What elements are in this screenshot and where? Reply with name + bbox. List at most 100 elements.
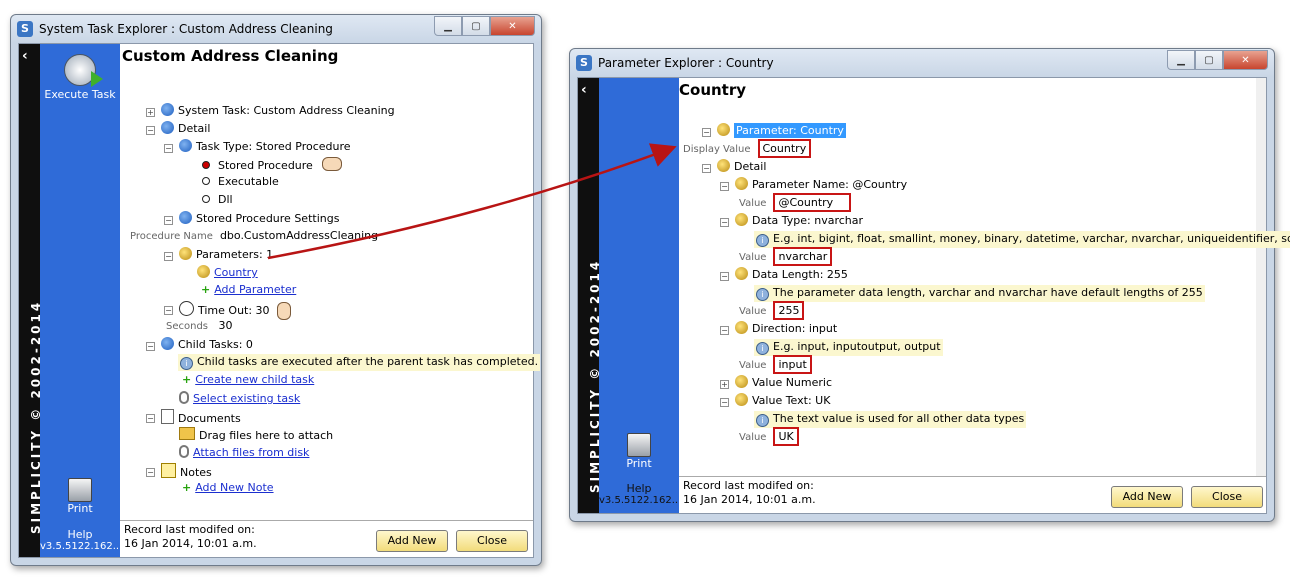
collapse-toggle[interactable]: − xyxy=(164,306,173,315)
tree-node-value-numeric[interactable]: Value Numeric xyxy=(735,375,832,389)
add-new-button[interactable]: Add New xyxy=(376,530,448,552)
paperclip-icon xyxy=(179,445,189,458)
minimize-button[interactable]: ▁ xyxy=(434,16,462,36)
tree-node-notes[interactable]: Notes xyxy=(161,463,212,479)
collapse-toggle[interactable]: − xyxy=(720,182,729,191)
tree-node-task-type[interactable]: Task Type: Stored Procedure xyxy=(179,139,351,153)
display-value-field[interactable]: Country xyxy=(757,139,812,158)
tree-node-system-task[interactable]: System Task: Custom Address Cleaning xyxy=(161,103,395,117)
plus-icon: + xyxy=(201,283,211,296)
chevron-left-icon[interactable]: ‹ xyxy=(22,48,28,64)
node-label: Documents xyxy=(178,412,241,425)
collapse-toggle[interactable]: − xyxy=(720,398,729,407)
create-child-label[interactable]: Create new child task xyxy=(195,373,314,386)
data-type-field[interactable]: nvarchar xyxy=(773,247,833,266)
print-button[interactable]: Print xyxy=(40,478,120,515)
value-text-value-row: Value UK xyxy=(739,427,799,446)
display-value-label: Display Value xyxy=(683,144,751,155)
maximize-button[interactable]: ▢ xyxy=(462,16,490,36)
maximize-button[interactable]: ▢ xyxy=(1195,50,1223,70)
collapse-toggle[interactable]: − xyxy=(702,164,711,173)
collapse-toggle[interactable]: − xyxy=(146,414,155,423)
tree-node-data-length[interactable]: Data Length: 255 xyxy=(735,267,848,281)
folder-icon xyxy=(179,427,195,440)
gear-icon xyxy=(717,159,730,172)
collapse-toggle[interactable]: − xyxy=(702,128,711,137)
direction-field[interactable]: input xyxy=(773,355,812,374)
chevron-left-icon[interactable]: ‹ xyxy=(581,82,587,98)
add-parameter-label[interactable]: Add Parameter xyxy=(214,283,296,296)
radio-executable[interactable]: Executable xyxy=(202,175,279,188)
collapse-toggle[interactable]: − xyxy=(720,326,729,335)
app-icon: S xyxy=(17,21,33,37)
tree-node-detail[interactable]: Detail xyxy=(161,121,210,135)
help-link[interactable]: Help v3.5.5122.162... xyxy=(40,528,122,552)
close-button[interactable]: Close xyxy=(456,530,528,552)
country-link[interactable]: Country xyxy=(214,266,258,279)
collapse-strip[interactable]: ‹ SIMPLICITY © 2002-2014 xyxy=(19,44,43,557)
tree-node-value-text[interactable]: Value Text: UK xyxy=(735,393,830,407)
collapse-toggle[interactable]: − xyxy=(146,126,155,135)
execute-task-button[interactable]: Execute Task xyxy=(40,48,120,101)
tree-node-child-tasks[interactable]: Child Tasks: 0 xyxy=(161,337,253,351)
plus-icon: + xyxy=(182,373,192,386)
window-title: Parameter Explorer : Country xyxy=(598,56,774,70)
tree-node-timeout[interactable]: Time Out: 30 xyxy=(179,301,292,320)
tree-node-sp-settings[interactable]: Stored Procedure Settings xyxy=(179,211,339,225)
data-length-field[interactable]: 255 xyxy=(773,301,805,320)
tree-node-documents[interactable]: Documents xyxy=(161,409,241,425)
radio-dll[interactable]: Dll xyxy=(202,193,233,206)
create-child-task-link[interactable]: + Create new child task xyxy=(182,373,314,386)
print-button[interactable]: Print xyxy=(599,433,679,470)
collapse-toggle[interactable]: − xyxy=(164,252,173,261)
help-label: Help xyxy=(67,528,93,541)
close-window-button[interactable]: ✕ xyxy=(490,16,535,36)
record-label: Record last modifed on: xyxy=(683,479,814,492)
tree-node-detail[interactable]: Detail xyxy=(717,159,766,173)
add-note-label[interactable]: Add New Note xyxy=(195,481,273,494)
expand-toggle[interactable]: + xyxy=(720,380,729,389)
collapse-toggle[interactable]: − xyxy=(164,216,173,225)
help-link[interactable]: Help v3.5.5122.162... xyxy=(599,482,681,506)
collapse-strip[interactable]: ‹ SIMPLICITY © 2002-2014 xyxy=(578,78,602,513)
info-text: The parameter data length, varchar and n… xyxy=(773,286,1203,299)
tree-node-direction[interactable]: Direction: input xyxy=(735,321,837,335)
collapse-toggle[interactable]: − xyxy=(146,468,155,477)
collapse-toggle[interactable]: − xyxy=(146,342,155,351)
collapse-toggle[interactable]: − xyxy=(720,272,729,281)
radio-icon[interactable] xyxy=(202,177,210,185)
action-sidebar: Execute Task Print Help v3.5.5122.162... xyxy=(40,44,122,557)
close-button[interactable]: Close xyxy=(1191,486,1263,508)
close-window-button[interactable]: ✕ xyxy=(1223,50,1268,70)
procedure-name-value[interactable]: dbo.CustomAddressCleaning xyxy=(220,229,378,242)
add-parameter-link[interactable]: + Add Parameter xyxy=(201,283,296,296)
tree-node-parameter-name[interactable]: Parameter Name: @Country xyxy=(735,177,907,191)
collapse-toggle[interactable]: − xyxy=(720,218,729,227)
radio-icon[interactable] xyxy=(202,195,210,203)
collapse-toggle[interactable]: − xyxy=(164,144,173,153)
vertical-scrollbar[interactable] xyxy=(1256,78,1266,477)
attach-files-link[interactable]: Attach files from disk xyxy=(179,445,309,459)
seconds-value[interactable]: 30 xyxy=(219,319,233,332)
attach-files-label[interactable]: Attach files from disk xyxy=(193,446,309,459)
tree-node-parameter[interactable]: Parameter: Country xyxy=(717,123,846,138)
parameter-country-link[interactable]: Country xyxy=(197,265,258,279)
printer-icon xyxy=(68,478,92,502)
value-text-field[interactable]: UK xyxy=(773,427,799,446)
value-label: Value xyxy=(739,306,767,317)
drag-files-zone[interactable]: Drag files here to attach xyxy=(179,427,333,442)
add-new-button[interactable]: Add New xyxy=(1111,486,1183,508)
add-new-note-link[interactable]: + Add New Note xyxy=(182,481,274,494)
data-length-value-row: Value 255 xyxy=(739,301,805,320)
radio-selected-icon[interactable] xyxy=(202,161,210,169)
parameter-name-field[interactable]: @Country xyxy=(773,193,852,212)
gear-icon xyxy=(735,321,748,334)
select-existing-task-link[interactable]: Select existing task xyxy=(179,391,300,405)
info-icon: i xyxy=(180,357,193,370)
select-existing-label[interactable]: Select existing task xyxy=(193,392,300,405)
tree-node-parameters[interactable]: Parameters: 1 xyxy=(179,247,273,261)
tree-node-data-type[interactable]: Data Type: nvarchar xyxy=(735,213,863,227)
minimize-button[interactable]: ▁ xyxy=(1167,50,1195,70)
expand-toggle[interactable]: + xyxy=(146,108,155,117)
radio-stored-procedure[interactable]: Stored Procedure xyxy=(202,157,343,172)
